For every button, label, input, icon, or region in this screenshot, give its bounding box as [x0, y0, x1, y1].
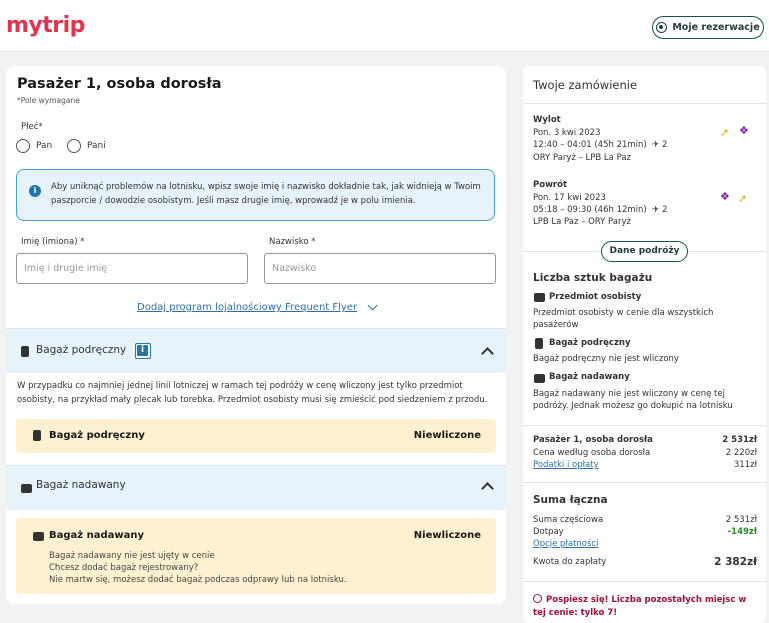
name-info-text: Aby uniknąć problemów na lotnisku, wpisz… — [51, 182, 481, 206]
account-icon — [656, 22, 668, 33]
baggage-title: Liczba sztuk bagażu — [533, 272, 653, 284]
trip-details-button[interactable]: Dane podróży — [601, 241, 688, 262]
cabin-bag-section-header[interactable]: Bagaż podręczny — [6, 328, 506, 373]
checked-bag-label: Bagaż nadawany — [549, 372, 630, 382]
last-name-input[interactable]: Nazwisko — [264, 253, 496, 284]
cabin-bag-label: Bagaż podręczny — [549, 338, 631, 348]
return-stops: 2 — [661, 205, 668, 215]
return-time: 05:18 – 09:30 (46h 12min) ✈ 2 — [533, 205, 667, 215]
info-icon: i — [29, 185, 41, 197]
to-pay-value: 2 382zł — [714, 556, 757, 568]
first-name-input[interactable]: Imię i drugie imię — [16, 253, 248, 284]
chevron-up-icon[interactable] — [481, 347, 494, 360]
checked-bag-note: Bagaż nadawany nie jest ujęty w cenie — [49, 551, 215, 561]
return-time-text: 05:18 – 09:30 (46h 12min) — [533, 205, 647, 215]
radio-circle-icon[interactable] — [16, 139, 30, 153]
cabin-bag-icon — [33, 430, 41, 441]
alarm-clock-icon — [533, 594, 542, 603]
passenger-title: Pasażer 1, osoba dorosła — [17, 76, 222, 92]
return-route: LPB La Paz – ORY Paryż — [533, 217, 631, 227]
cabin-bag-icon — [535, 338, 543, 349]
name-info-box: i Aby uniknąć problemów na lotnisku, wpi… — [16, 169, 495, 221]
surcharge-value: -149zł — [727, 527, 757, 537]
return-date: Pon. 17 kwi 2023 — [533, 193, 606, 203]
checked-bag-item: Bagaż nadawany Niewliczone Bagaż nadawan… — [16, 518, 496, 594]
cabin-bag-desc: Bagaż podręczny nie jest wliczony — [533, 354, 679, 364]
gender-option-label: Pan — [36, 141, 53, 151]
suitcase-icon — [534, 374, 545, 383]
checked-bag-item-label: Bagaż nadawany — [49, 530, 144, 541]
passenger-price-value: 2 531zł — [722, 435, 757, 445]
cabin-bag-item-label: Bagaż podręczny — [49, 430, 145, 441]
personal-item-icon — [534, 293, 545, 302]
departure-date: Pon. 3 kwi 2023 — [533, 128, 601, 138]
taxes-link[interactable]: Podatki i opłaty — [533, 460, 599, 470]
subtotal-value: 2 531zł — [725, 515, 757, 525]
divider — [523, 103, 766, 104]
payment-options-link[interactable]: Opcje płatności — [533, 539, 598, 549]
suitcase-icon — [21, 484, 32, 493]
fare-value: 2 220zł — [725, 448, 757, 458]
chevron-up-icon[interactable] — [481, 482, 494, 495]
my-reservations-button[interactable]: Moje rezerwacje — [652, 16, 764, 39]
add-loyalty-link[interactable]: Dodaj program lojalnościowy Frequent Fly… — [137, 300, 378, 313]
surcharge-label: Dotpay — [533, 527, 564, 537]
cabin-bag-description: W przypadku co najmniej jednej linii lot… — [17, 381, 488, 405]
airline-logo-icon: ❖ — [720, 190, 730, 203]
taxes-value: 311zł — [733, 460, 757, 470]
departure-label: Wylot — [533, 115, 561, 125]
order-summary-panel: Twoje zamówienie Wylot Pon. 3 kwi 2023 1… — [523, 66, 766, 623]
subtotal-label: Suma częściowa — [533, 515, 604, 525]
order-title: Twoje zamówienie — [533, 78, 638, 92]
cabin-bag-section-title: Bagaż podręczny — [36, 344, 127, 356]
first-name-label: Imię (imiona) * — [21, 237, 85, 247]
divider — [523, 482, 766, 483]
gender-radio-pan[interactable]: Pan — [16, 139, 52, 153]
loyalty-link-label: Dodaj program lojalnościowy Frequent Fly… — [137, 302, 358, 313]
departure-route: ORY Paryż – LPB La Paz — [533, 153, 631, 163]
cabin-bag-status: Niewliczone — [413, 430, 481, 441]
required-note: *Pole wymagane — [17, 96, 80, 105]
my-reservations-label: Moje rezerwacje — [672, 22, 760, 33]
airline-logo-icon: ❖ — [739, 124, 749, 137]
cabin-bag-item: Bagaż podręczny Niewliczone — [16, 419, 496, 453]
passenger-price-label: Pasażer 1, osoba dorosła — [533, 435, 653, 445]
departure-time-text: 12:40 – 04:01 (45h 21min) — [533, 140, 647, 150]
logo[interactable]: mytrip — [6, 13, 85, 38]
departure-time: 12:40 – 04:01 (45h 21min) ✈ 2 — [533, 140, 667, 150]
checked-bag-section-header[interactable]: Bagaż nadawany — [6, 465, 506, 510]
checked-bag-desc: Bagaż nadawany nie jest wliczony w cenę … — [533, 389, 733, 411]
suitcase-icon — [33, 532, 44, 541]
gender-option-label: Pani — [87, 141, 106, 151]
passenger-form-panel: Pasażer 1, osoba dorosła *Pole wymagane … — [6, 66, 506, 604]
personal-item-label: Przedmiot osobisty — [549, 292, 642, 302]
divider — [523, 581, 766, 582]
checked-bag-section-title: Bagaż nadawany — [36, 479, 126, 491]
personal-item-desc: Przedmiot osobisty w cenie dla wszystkic… — [533, 308, 714, 330]
last-name-label: Nazwisko * — [269, 237, 316, 247]
airline-logo-icon: ➚ — [738, 192, 748, 205]
radio-circle-icon[interactable] — [67, 139, 81, 153]
airline-logo-icon: ➚ — [720, 126, 730, 139]
fare-label: Cena według osoba dorosła — [533, 448, 651, 458]
top-bar: mytrip Moje rezerwacje — [0, 0, 769, 52]
checked-bag-notes: Bagaż nadawany nie jest ujęty w cenie Ch… — [49, 550, 469, 586]
chevron-down-icon — [367, 300, 378, 311]
stops-icon: ✈ — [649, 140, 660, 150]
departure-stops: 2 — [661, 140, 668, 150]
checked-bag-status: Niewliczone — [413, 530, 481, 541]
divider — [523, 425, 766, 426]
checked-bag-note: Chcesz dodać bagaż rejestrowany? — [49, 563, 199, 573]
info-icon[interactable] — [135, 343, 151, 359]
to-pay-label: Kwota do zapłaty — [533, 557, 607, 567]
gender-radio-pani[interactable]: Pani — [67, 139, 106, 153]
return-label: Powrót — [533, 180, 568, 190]
total-title: Suma łączna — [533, 494, 608, 506]
stops-icon: ✈ — [649, 205, 660, 215]
cabin-bag-icon — [21, 346, 29, 357]
gender-label: Płeć* — [21, 122, 43, 132]
urgency-message: Pospiesz się! Liczba pozostałych miejsc … — [533, 594, 758, 620]
urgency-text: Pospiesz się! Liczba pozostałych miejsc … — [533, 595, 747, 618]
checked-bag-note: Nie martw się, możesz dodać bagaż podcza… — [49, 575, 347, 585]
